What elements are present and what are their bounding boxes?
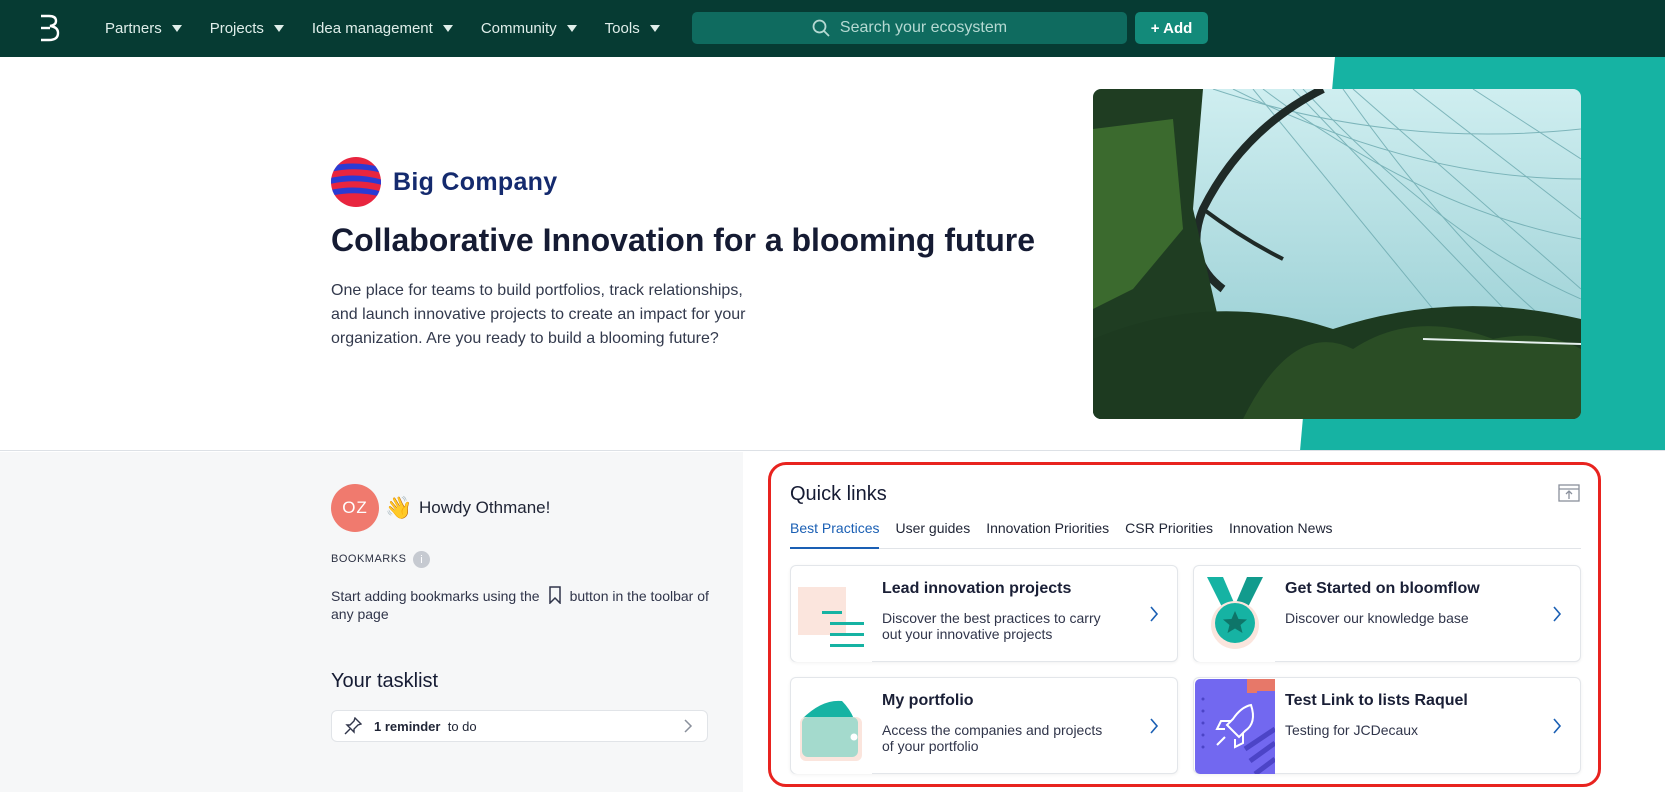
- company-name: Big Company: [393, 167, 558, 196]
- hero-section: Big Company Collaborative Innovation for…: [0, 57, 1665, 451]
- pin-icon: [344, 717, 362, 735]
- nav-projects[interactable]: Projects: [210, 20, 284, 37]
- nav-partners[interactable]: Partners: [105, 20, 182, 37]
- chevron-right-icon: [1150, 606, 1159, 622]
- bookmarks-label: BOOKMARKS: [331, 553, 407, 565]
- hero-title: Collaborative Innovation for a blooming …: [331, 222, 1036, 258]
- bookmark-icon: [548, 586, 561, 604]
- search-input[interactable]: Search your ecosystem: [692, 12, 1127, 44]
- reminder-suffix: to do: [447, 718, 477, 734]
- card-description: Access the companies and projects of you…: [882, 722, 1103, 754]
- add-button[interactable]: + Add: [1135, 12, 1208, 44]
- avatar[interactable]: OZ: [331, 484, 379, 532]
- bookmarks-hint: Start adding bookmarks using the button i…: [331, 586, 709, 622]
- tab-best-practices[interactable]: Best Practices: [790, 518, 880, 549]
- caret-down-icon: [442, 25, 453, 32]
- brand: Big Company: [331, 157, 557, 207]
- card-title: Get Started on bloomflow: [1285, 580, 1480, 597]
- card-description: Discover our knowledge base: [1285, 610, 1469, 626]
- info-icon[interactable]: i: [413, 551, 430, 568]
- lead-innovation-illustration: [792, 567, 872, 662]
- caret-down-icon: [649, 25, 660, 32]
- chevron-right-icon: [684, 719, 693, 733]
- card-title: Lead innovation projects: [882, 580, 1072, 597]
- chevron-right-icon: [1553, 606, 1562, 622]
- greeting: Howdy Othmane!: [419, 498, 551, 517]
- nav-tools[interactable]: Tools: [605, 20, 660, 37]
- tab-innovation-news[interactable]: Innovation News: [1229, 518, 1333, 549]
- quick-link-card-my-portfolio[interactable]: My portfolio Access the companies and pr…: [790, 677, 1178, 774]
- wave-icon: 👋: [385, 495, 413, 520]
- hero-description: One place for teams to build portfolios,…: [331, 282, 746, 347]
- quick-link-card-test-link[interactable]: Test Link to lists Raquel Testing for JC…: [1193, 677, 1581, 774]
- chevron-right-icon: [1553, 718, 1562, 734]
- greenhouse-image: [1093, 89, 1581, 419]
- quick-link-card-lead-innovation[interactable]: Lead innovation projects Discover the be…: [790, 565, 1178, 662]
- reminder-row[interactable]: 1 reminder to do: [331, 710, 708, 742]
- reminder-count: 1 reminder: [374, 718, 441, 734]
- quick-links-title: Quick links: [790, 483, 887, 505]
- tab-user-guides[interactable]: User guides: [895, 518, 970, 549]
- card-title: Test Link to lists Raquel: [1285, 692, 1468, 709]
- caret-down-icon: [171, 25, 182, 32]
- tab-innovation-priorities[interactable]: Innovation Priorities: [986, 518, 1109, 549]
- caret-down-icon: [566, 25, 577, 32]
- nav-community[interactable]: Community: [481, 20, 577, 37]
- tab-csr-priorities[interactable]: CSR Priorities: [1125, 518, 1213, 549]
- top-navbar: Partners Projects Idea management Commun…: [0, 0, 1665, 57]
- export-icon[interactable]: [1558, 484, 1580, 502]
- quick-links-tabs: Best Practices User guides Innovation Pr…: [790, 518, 1581, 549]
- rocket-illustration: [1195, 679, 1275, 774]
- hero-image: [1093, 89, 1581, 419]
- tasklist-title: Your tasklist: [331, 670, 439, 692]
- nav-idea-management[interactable]: Idea management: [312, 20, 453, 37]
- quick-link-card-get-started[interactable]: Get Started on bloomflow Discover our kn…: [1193, 565, 1581, 662]
- bloomflow-logo-icon[interactable]: [38, 14, 60, 42]
- company-logo-icon: [331, 157, 381, 207]
- wallet-illustration: [792, 679, 872, 774]
- chevron-right-icon: [1150, 718, 1159, 734]
- card-description: Testing for JCDecaux: [1285, 722, 1419, 738]
- card-description: Discover the best practices to carry out…: [882, 610, 1101, 642]
- search-icon: [812, 19, 830, 37]
- main-nav: Partners Projects Idea management Commun…: [105, 0, 688, 57]
- card-title: My portfolio: [882, 692, 974, 709]
- search-placeholder: Search your ecosystem: [839, 19, 1008, 36]
- medal-illustration: [1195, 567, 1275, 662]
- caret-down-icon: [273, 25, 284, 32]
